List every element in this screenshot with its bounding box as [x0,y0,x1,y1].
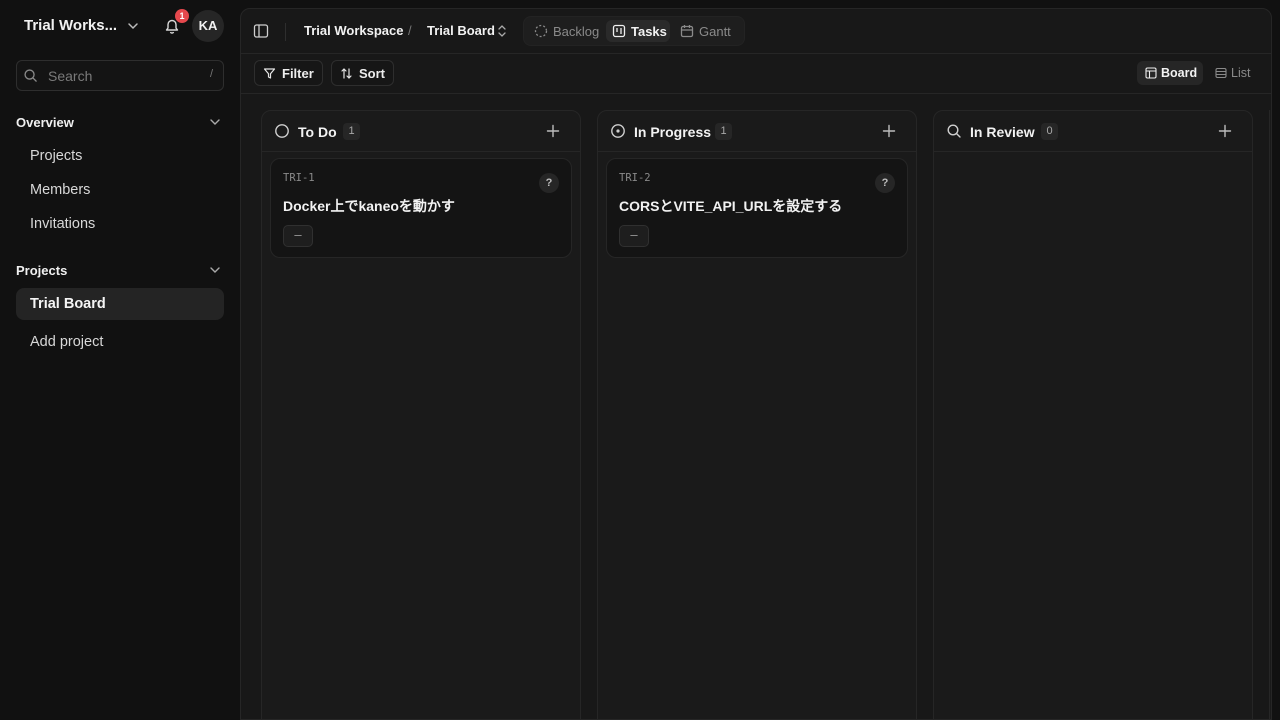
task-id: TRI-1 [283,172,315,184]
sidebar-item-label: Trial Board [30,296,106,312]
breadcrumb-project[interactable]: Trial Board [427,23,495,38]
column-title: To Do [298,124,337,140]
search-icon [24,69,37,82]
workspace-header: Trial Works... 1 KA [0,0,240,52]
task-title: CORSとVITE_API_URLを設定する [619,198,843,214]
column-count: 1 [343,123,360,140]
sidebar-item-trial-board[interactable]: Trial Board [16,288,224,320]
sidebar-toggle-icon[interactable] [253,23,269,39]
filter-button[interactable]: Filter [254,60,323,86]
task-id: TRI-2 [619,172,651,184]
column-header: To Do 1 [262,111,580,152]
workspace-switcher[interactable]: Trial Works... [24,17,117,34]
help-icon[interactable]: ? [875,173,895,193]
sort-button[interactable]: Sort [331,60,394,86]
tab-gantt[interactable]: Gantt [674,20,740,42]
chevron-down-icon[interactable] [125,18,141,34]
circle-dot-icon [611,124,625,138]
main-panel: Trial Workspace / Trial Board Backlog Ta… [240,8,1272,720]
board-column-in-progress: In Progress 1 TRI-2 ? CORSとVITE_API_URLを… [597,110,917,719]
column-title: In Progress [634,124,712,140]
sidebar-item-invitations[interactable]: Invitations [30,216,95,232]
breadcrumb-separator: / [408,23,412,38]
sort-icon [341,68,352,79]
plus-icon[interactable] [882,124,896,138]
filter-icon [263,68,276,79]
chevron-up-down-icon[interactable] [496,24,508,38]
priority-badge[interactable]: – [619,225,649,247]
calendar-icon [680,25,694,38]
tab-tasks[interactable]: Tasks [606,20,670,42]
sidebar: Trial Works... 1 KA / Overview Projects … [0,0,240,720]
search-icon [947,124,961,138]
column-count: 1 [715,123,732,140]
board-toolbar: Filter Sort Board List [241,54,1271,94]
board-column-in-review: In Review 0 [933,110,1253,719]
add-project-button[interactable]: Add project [30,334,103,350]
search-input[interactable] [48,66,198,86]
task-title: Docker上でkaneoを動かす [283,198,455,214]
column-count: 0 [1041,123,1058,140]
breadcrumb-workspace[interactable]: Trial Workspace [304,23,403,38]
top-bar: Trial Workspace / Trial Board Backlog Ta… [241,9,1271,54]
plus-icon[interactable] [1218,124,1232,138]
chevron-down-icon[interactable] [208,263,222,277]
board-icon [1145,67,1157,79]
board-view-button[interactable]: Board [1137,61,1203,85]
task-card[interactable]: TRI-2 ? CORSとVITE_API_URLを設定する – [606,158,908,258]
divider [285,23,286,41]
overview-section-label[interactable]: Overview [16,115,74,130]
sidebar-item-projects[interactable]: Projects [30,148,82,164]
dashed-circle-icon [534,24,548,38]
tab-backlog[interactable]: Backlog [528,20,600,42]
task-card[interactable]: TRI-1 ? Docker上でkaneoを動かす – [270,158,572,258]
board-column-todo: To Do 1 TRI-1 ? Docker上でkaneoを動かす – [261,110,581,719]
list-view-button[interactable]: List [1207,61,1257,85]
column-header: In Progress 1 [598,111,916,152]
kanban-icon [612,24,626,38]
help-icon[interactable]: ? [539,173,559,193]
sidebar-item-members[interactable]: Members [30,182,90,198]
search-box[interactable]: / [16,60,224,91]
projects-section-label[interactable]: Projects [16,263,67,278]
notification-badge: 1 [175,9,189,23]
avatar[interactable]: KA [192,10,224,42]
list-icon [1215,67,1227,79]
circle-icon [275,124,289,138]
view-tabs: Backlog Tasks Gantt [523,16,745,46]
search-shortcut: / [209,68,213,80]
column-title: In Review [970,124,1035,140]
priority-badge[interactable]: – [283,225,313,247]
board-column-next [1269,110,1271,719]
plus-icon[interactable] [546,124,560,138]
chevron-down-icon[interactable] [208,115,222,129]
column-header: In Review 0 [934,111,1252,152]
